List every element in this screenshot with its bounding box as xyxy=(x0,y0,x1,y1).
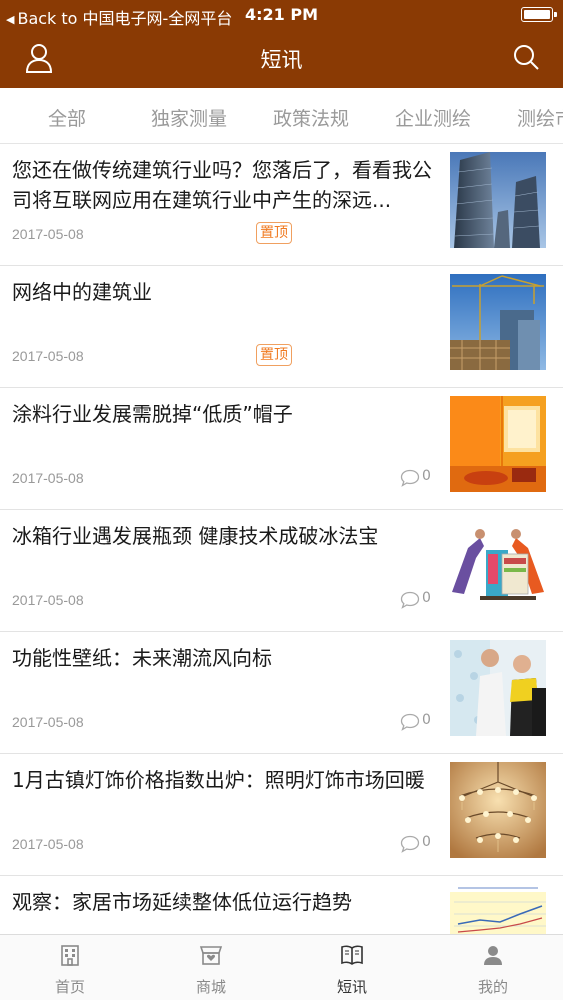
person-icon xyxy=(484,946,502,965)
article-thumbnail xyxy=(450,152,546,248)
tab-policy[interactable]: 政策法规 xyxy=(273,104,349,131)
article-date: 2017-05-08 xyxy=(12,836,84,852)
article-thumbnail xyxy=(450,396,546,492)
bottom-tab-news[interactable]: 短讯 xyxy=(282,935,422,1000)
comment-count-value: 0 xyxy=(422,834,431,850)
article-title: 观察：家居市场延续整体低位运行趋势 xyxy=(12,890,352,914)
bottom-tab-home[interactable]: 首页 xyxy=(0,935,140,1000)
tab-all[interactable]: 全部 xyxy=(48,104,86,131)
article-title: 1月古镇灯饰价格指数出炉：照明灯饰市场回暖 xyxy=(12,768,425,792)
article-date: 2017-05-08 xyxy=(12,348,84,364)
page-title: 短讯 xyxy=(260,48,303,72)
status-bar: ◀ Back to 中国电子网-全网平台 4:21 PM xyxy=(0,0,563,30)
comment-count-value: 0 xyxy=(422,712,431,728)
top-bar: ◀ Back to 中国电子网-全网平台 4:21 PM 短讯 xyxy=(0,0,563,88)
article-item[interactable]: 功能性壁纸：未来潮流风向标 2017-05-08 0 xyxy=(0,632,563,754)
article-thumbnail xyxy=(450,884,546,934)
comment-icon xyxy=(400,835,420,853)
comment-count-value: 0 xyxy=(422,590,431,606)
tab-market[interactable]: 测绘市 xyxy=(517,104,563,131)
article-date: 2017-05-08 xyxy=(12,470,84,486)
article-thumbnail xyxy=(450,518,546,614)
article-item[interactable]: 观察：家居市场延续整体低位运行趋势 xyxy=(0,876,563,934)
building-icon xyxy=(61,945,79,966)
article-item[interactable]: 冰箱行业遇发展瓶颈 健康技术成破冰法宝 2017-05-08 0 xyxy=(0,510,563,632)
article-title: 您还在做传统建筑行业吗？您落后了，看看我公司将互联网应用在建筑行业中产生的深远.… xyxy=(12,158,432,212)
article-list: 您还在做传统建筑行业吗？您落后了，看看我公司将互联网应用在建筑行业中产生的深远.… xyxy=(0,144,563,934)
bottom-tab-bar: 首页 商城 短讯 我的 xyxy=(0,934,563,1000)
shop-icon xyxy=(199,946,223,965)
comment-icon xyxy=(400,713,420,731)
bottom-tab-label: 我的 xyxy=(477,978,508,996)
comment-icon xyxy=(400,469,420,487)
comment-icon xyxy=(400,591,420,609)
article-item[interactable]: 1月古镇灯饰价格指数出炉：照明灯饰市场回暖 2017-05-08 0 xyxy=(0,754,563,876)
tab-exclusive[interactable]: 独家测量 xyxy=(151,104,227,131)
article-item[interactable]: 网络中的建筑业 2017-05-08 置顶 xyxy=(0,266,563,388)
article-title: 涂料行业发展需脱掉“低质”帽子 xyxy=(12,402,293,426)
article-date: 2017-05-08 xyxy=(12,226,84,242)
article-title: 网络中的建筑业 xyxy=(12,280,152,304)
bottom-tab-label: 短讯 xyxy=(336,978,367,996)
bottom-tab-shop[interactable]: 商城 xyxy=(141,935,281,1000)
comment-count-value: 0 xyxy=(422,468,431,484)
battery-icon xyxy=(521,7,557,22)
article-thumbnail xyxy=(450,640,546,736)
article-thumbnail xyxy=(450,274,546,370)
bottom-tab-mine[interactable]: 我的 xyxy=(423,935,563,1000)
nav-bar: 短讯 xyxy=(0,30,563,88)
article-title: 功能性壁纸：未来潮流风向标 xyxy=(12,646,272,670)
tab-enterprise[interactable]: 企业测绘 xyxy=(395,104,471,131)
book-icon xyxy=(341,945,363,965)
search-icon[interactable] xyxy=(511,42,541,72)
status-time: 4:21 PM xyxy=(244,5,318,24)
article-date: 2017-05-08 xyxy=(12,592,84,608)
bottom-tab-label: 商城 xyxy=(195,978,226,996)
article-item[interactable]: 涂料行业发展需脱掉“低质”帽子 2017-05-08 0 xyxy=(0,388,563,510)
article-thumbnail xyxy=(450,762,546,858)
category-tabs: 全部 独家测量 政策法规 企业测绘 测绘市 xyxy=(0,88,563,144)
pinned-badge: 置顶 xyxy=(256,222,292,244)
pinned-badge: 置顶 xyxy=(256,344,292,366)
article-item[interactable]: 您还在做传统建筑行业吗？您落后了，看看我公司将互联网应用在建筑行业中产生的深远.… xyxy=(0,144,563,266)
bottom-tab-label: 首页 xyxy=(54,978,85,996)
article-date: 2017-05-08 xyxy=(12,714,84,730)
article-title: 冰箱行业遇发展瓶颈 健康技术成破冰法宝 xyxy=(12,524,379,548)
